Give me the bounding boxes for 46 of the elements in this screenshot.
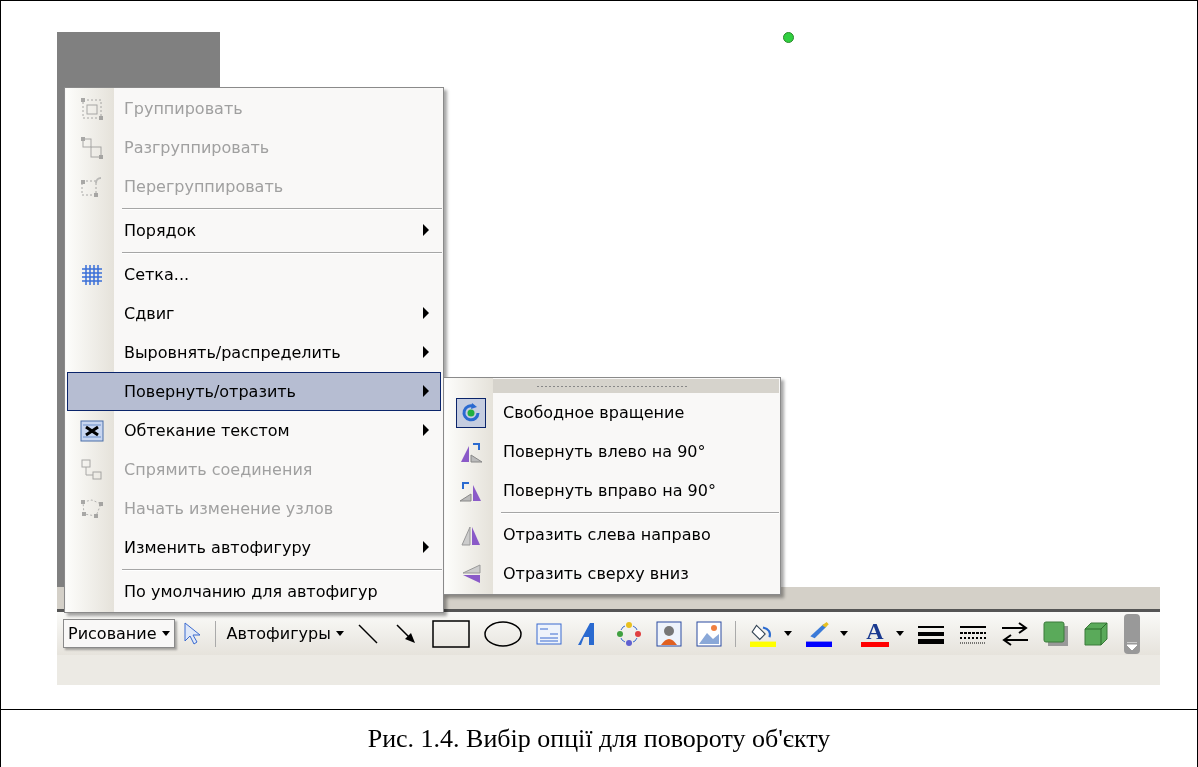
- menu-item[interactable]: Выровнять/распределить: [67, 333, 441, 372]
- arrow-style-icon: [1000, 620, 1029, 647]
- menu-item[interactable]: Повернуть/отразить: [67, 372, 441, 411]
- rotation-handle[interactable]: [783, 32, 794, 43]
- menu-item[interactable]: Сдвиг: [67, 294, 441, 333]
- drag-grip[interactable]: [537, 384, 687, 388]
- brush-icon[interactable]: [803, 620, 834, 647]
- ungroup-icon: [80, 135, 104, 160]
- connector-icon: [80, 457, 104, 482]
- menu-button[interactable]: Автофигуры: [221, 619, 349, 648]
- cube-icon: [1082, 620, 1109, 647]
- menu-item[interactable]: Порядок: [67, 211, 441, 250]
- oval-icon: [483, 619, 522, 648]
- menu-item[interactable]: Повернуть вправо на 90°: [446, 471, 778, 510]
- dropdown-caret-icon: [839, 631, 848, 636]
- grid-icon: [80, 262, 104, 287]
- menu-item[interactable]: Сетка...: [67, 255, 441, 294]
- menu-item[interactable]: Отразить слева направо: [446, 515, 778, 554]
- rectangle-icon: [431, 619, 470, 648]
- dropdown-caret-icon: [895, 631, 904, 636]
- clip-art-icon: [655, 620, 682, 647]
- node-edit-icon: [80, 496, 104, 521]
- picture-icon: [695, 620, 722, 647]
- font-color-button[interactable]: A: [866, 620, 884, 642]
- figure-caption: Рис. 1.4. Вибір опції для повороту об'єкту: [367, 723, 831, 754]
- menu-item[interactable]: Отразить сверху вниз: [446, 554, 778, 593]
- overflow-icon: [1126, 641, 1137, 650]
- menu-item[interactable]: Изменить автофигуру: [67, 528, 441, 567]
- menu-item[interactable]: По умолчанию для автофигур: [67, 572, 441, 611]
- toolbar-overflow-button[interactable]: [1123, 613, 1140, 654]
- menu-button[interactable]: Рисование: [63, 619, 175, 648]
- group-icon: [80, 96, 104, 121]
- menu-item[interactable]: Обтекание текстом: [67, 411, 441, 450]
- arrow-icon: [393, 621, 418, 646]
- diagram-icon: [615, 620, 642, 647]
- menu-item[interactable]: Повернуть влево на 90°: [446, 432, 778, 471]
- dropdown-caret-icon: [335, 631, 344, 636]
- dropdown-caret-icon: [783, 631, 792, 636]
- line-icon: [355, 621, 380, 646]
- text-wrap-icon: [80, 418, 104, 443]
- cursor-icon: [181, 620, 202, 647]
- menu-item[interactable]: Свободное вращение: [446, 393, 778, 432]
- shadow-icon: [1042, 620, 1069, 647]
- regroup-icon: [80, 174, 104, 199]
- text-box-icon: [535, 621, 562, 646]
- dropdown-caret-icon: [161, 631, 170, 636]
